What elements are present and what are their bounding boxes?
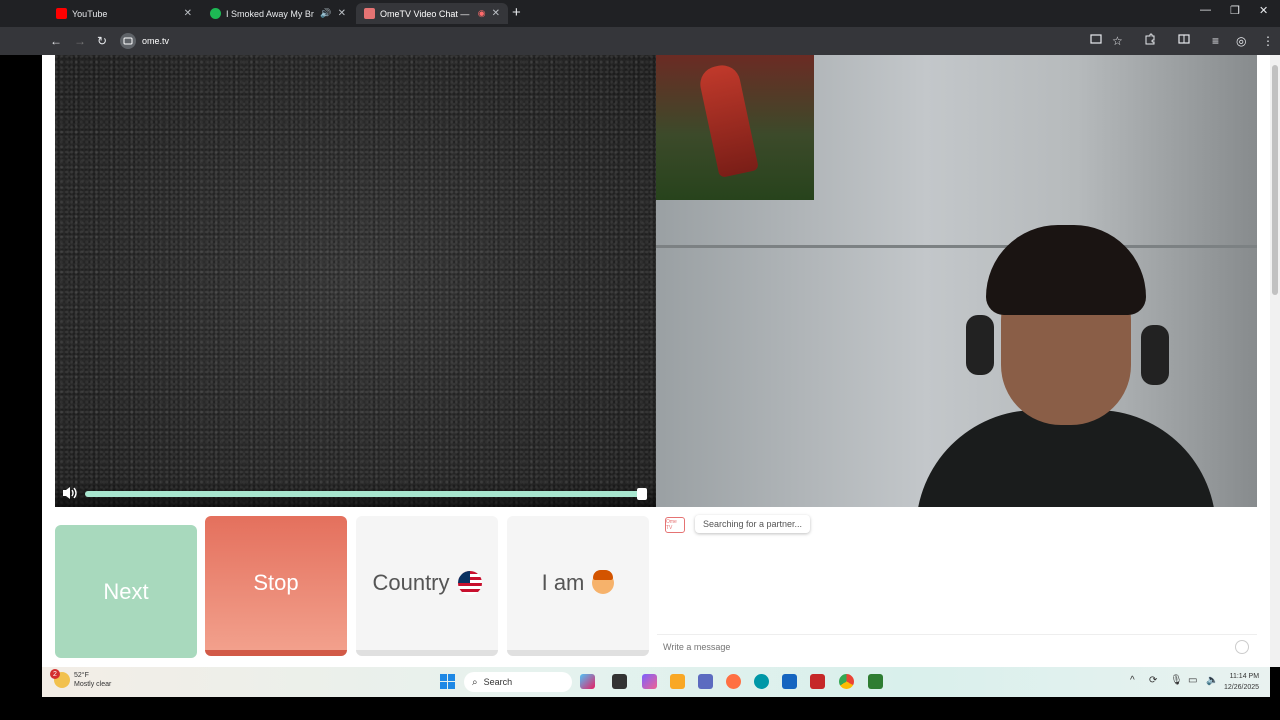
clock-time: 11:14 PM — [1229, 673, 1260, 680]
spotify-favicon-icon — [210, 8, 221, 19]
self-camera-video — [656, 55, 1257, 507]
taskbar-search[interactable]: ⌕ Search — [464, 672, 572, 692]
tab-ometv[interactable]: OmeTV Video Chat — Ome ◉ ✕ — [356, 3, 508, 24]
weather-widget[interactable]: 2 52°F Mostly clear — [50, 669, 112, 689]
speaker-icon[interactable] — [61, 485, 79, 506]
user-webcam-person — [916, 225, 1216, 507]
tab-spotify[interactable]: I Smoked Away My Brain (I 🔊 ✕ — [202, 3, 354, 24]
gender-button[interactable]: I am — [507, 516, 649, 656]
browser-toolbar: ← → ↻ ome.tv ☆ ≡ ◎ ⋮ — [0, 27, 1280, 55]
ometv-favicon-icon — [364, 8, 375, 19]
back-button[interactable]: ← — [50, 33, 62, 49]
tab-title: OmeTV Video Chat — Ome — [380, 8, 472, 19]
windows-taskbar: 2 52°F Mostly clear ⌕ Search ^ ⟳ 🎙 ▭ 🔈 1… — [42, 667, 1270, 697]
country-button[interactable]: Country — [356, 516, 498, 656]
youtube-favicon-icon — [56, 8, 67, 19]
ometv-logo-icon: Ome TV — [665, 517, 685, 533]
status-message: Searching for a partner... — [695, 515, 811, 533]
edge-app-icon[interactable] — [754, 674, 769, 689]
reload-button[interactable]: ↻ — [97, 33, 107, 49]
search-icon: ⌕ — [472, 676, 478, 688]
clock-date: 12/26/2025 — [1224, 684, 1260, 691]
browser-tab-bar: YouTube ✕ I Smoked Away My Brain (I 🔊 ✕ … — [0, 0, 1280, 27]
tray-overflow-icon[interactable]: ^ — [1130, 675, 1135, 686]
firefox-app-icon[interactable] — [726, 674, 741, 689]
partner-video — [55, 55, 656, 507]
weather-temp: 52°F — [74, 672, 89, 679]
volume-control — [55, 481, 656, 507]
wall-poster — [656, 55, 814, 200]
emoji-icon[interactable] — [1235, 640, 1249, 654]
close-window-button[interactable]: ✕ — [1259, 4, 1268, 17]
next-label: Next — [103, 578, 149, 604]
minimize-button[interactable]: — — [1200, 4, 1211, 16]
volume-knob[interactable] — [637, 488, 647, 500]
page-scrollbar[interactable] — [1270, 55, 1280, 667]
chat-panel: Ome TV Searching for a partner... — [657, 507, 1257, 659]
media-controls-icon[interactable]: ≡ — [1212, 33, 1219, 49]
file-explorer-icon[interactable] — [670, 674, 685, 689]
widgets-app-icon[interactable] — [580, 674, 595, 689]
start-button[interactable] — [440, 674, 455, 689]
terminal-app-icon[interactable] — [612, 674, 627, 689]
sync-icon[interactable]: ⟳ — [1149, 675, 1157, 686]
message-input[interactable] — [663, 639, 1223, 655]
install-app-icon[interactable] — [1090, 33, 1102, 49]
teams-app-icon[interactable] — [698, 674, 713, 689]
restore-button[interactable]: ❐ — [1230, 4, 1240, 17]
weather-icon: 2 — [50, 669, 70, 688]
volume-tray-icon[interactable]: 🔈 — [1206, 675, 1218, 686]
weather-desc: Mostly clear — [74, 681, 112, 688]
url-text: ome.tv — [142, 36, 170, 46]
tab-close-icon[interactable]: ✕ — [184, 8, 192, 19]
system-clock[interactable]: 11:14 PM 12/26/2025 — [1224, 671, 1259, 693]
search-label: Search — [483, 677, 513, 687]
new-tab-button[interactable]: + — [512, 4, 521, 21]
stop-button[interactable]: Stop — [205, 516, 347, 656]
stop-label: Stop — [253, 570, 299, 595]
address-bar[interactable]: ome.tv — [120, 31, 1070, 51]
tab-youtube[interactable]: YouTube ✕ — [48, 3, 200, 24]
forward-button[interactable]: → — [74, 33, 86, 49]
volume-slider[interactable] — [85, 488, 647, 500]
copilot-app-icon[interactable] — [642, 674, 657, 689]
audio-playing-icon[interactable]: 🔊 — [320, 8, 331, 19]
tab-title: YouTube — [72, 8, 108, 19]
message-input-row — [657, 634, 1257, 658]
scrollbar-thumb[interactable] — [1272, 65, 1278, 295]
extensions-icon[interactable] — [1144, 33, 1156, 49]
store-app-icon[interactable] — [782, 674, 797, 689]
display-icon[interactable]: ▭ — [1188, 675, 1197, 686]
us-flag-icon — [457, 571, 482, 595]
boy-emoji-icon — [592, 570, 615, 594]
volume-fill — [85, 491, 647, 497]
split-view-icon[interactable] — [1178, 33, 1190, 49]
menu-icon[interactable]: ⋮ — [1262, 33, 1274, 49]
site-info-icon[interactable] — [120, 33, 136, 49]
calendar-app-icon[interactable] — [810, 674, 825, 689]
static-noise — [55, 55, 656, 507]
tab-close-icon[interactable]: ✕ — [338, 8, 346, 19]
notification-badge: 2 — [50, 669, 60, 679]
bookmark-star-icon[interactable]: ☆ — [1112, 33, 1123, 49]
chrome-app-icon[interactable] — [839, 674, 854, 689]
iam-label: I am — [541, 570, 585, 595]
chat-app-icon[interactable] — [868, 674, 883, 689]
next-button[interactable]: Next — [55, 525, 197, 658]
tab-title: I Smoked Away My Brain (I — [226, 8, 314, 19]
profile-icon[interactable]: ◎ — [1236, 33, 1246, 49]
tab-close-icon[interactable]: ✕ — [492, 8, 500, 19]
recording-icon: ◉ — [477, 8, 486, 18]
mic-icon[interactable]: 🎙 — [1170, 675, 1183, 686]
country-label: Country — [372, 570, 450, 595]
